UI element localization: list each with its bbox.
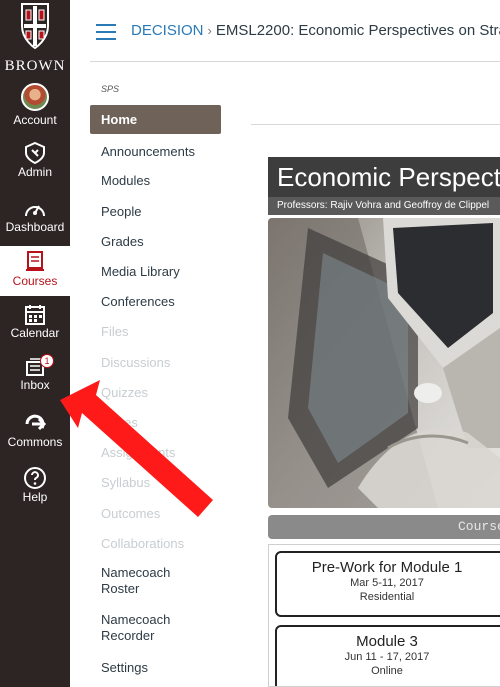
- module-title: Module 3: [356, 633, 418, 650]
- module-title: Pre-Work for Module 1: [311, 559, 463, 576]
- nav-dashboard-label: Dashboard: [5, 220, 65, 234]
- course-nav-files: Files: [101, 324, 129, 339]
- nav-dashboard[interactable]: Dashboard: [0, 198, 70, 242]
- breadcrumb: DECISION › EMSL2200: Economic Perspectives…: [131, 22, 500, 39]
- course-nav-people[interactable]: People: [90, 197, 221, 226]
- module-type: Residential: [359, 591, 415, 603]
- help-icon: [24, 467, 46, 489]
- subaccount-label: SPS: [101, 84, 120, 94]
- commons-icon: [25, 414, 47, 431]
- course-nav-namecoach-roster[interactable]: Namecoach Roster: [90, 565, 180, 601]
- course-nav-pages: Pages: [101, 415, 138, 430]
- nav-courses[interactable]: Courses: [0, 246, 70, 296]
- course-banner-image: [268, 218, 500, 508]
- course-nav-grades[interactable]: Grades: [90, 227, 221, 256]
- module-type: Online: [371, 665, 403, 677]
- course-banner-title: Economic Perspectives on Strategic Decis…: [268, 157, 500, 197]
- nav-inbox[interactable]: 1 Inbox: [0, 354, 70, 400]
- laptop-photo-image: [268, 218, 500, 508]
- breadcrumb-current-course[interactable]: EMSL2200: Economic Perspectives on Strat…: [216, 22, 500, 39]
- course-nav-modules[interactable]: Modules: [90, 166, 221, 195]
- nav-calendar-label: Calendar: [10, 326, 60, 340]
- nav-commons[interactable]: Commons: [0, 413, 70, 457]
- avatar: [21, 83, 49, 111]
- course-nav-outcomes: Outcomes: [101, 506, 161, 521]
- logo-text: BROWN: [4, 58, 66, 74]
- dashboard-icon: [25, 205, 45, 217]
- course-nav-collaborations: Collaborations: [101, 536, 185, 551]
- nav-inbox-label: Inbox: [20, 378, 50, 392]
- course-nav-quizzes: Quizzes: [101, 385, 148, 400]
- nav-help-label: Help: [22, 490, 48, 504]
- module-card-prework[interactable]: Pre-Work for Module 1 Mar 5-11, 2017 Res…: [275, 551, 500, 617]
- brown-logo[interactable]: BROWN: [0, 0, 70, 78]
- course-nav-media-library[interactable]: Media Library: [90, 257, 221, 286]
- nav-admin[interactable]: Admin: [0, 141, 70, 187]
- course-nav-assignments: Assignments: [101, 445, 176, 460]
- nav-admin-label: Admin: [17, 165, 52, 179]
- module-dates: Jun 11 - 17, 2017: [344, 651, 430, 663]
- page-header: DECISION › EMSL2200: Economic Perspectives…: [70, 0, 500, 62]
- course-nav-syllabus: Syllabus: [101, 475, 151, 490]
- course-nav-discussions: Discussions: [101, 355, 171, 370]
- shield-icon: [25, 141, 45, 165]
- professors-line: Professors: Rajiv Vohra and Geoffroy de …: [268, 197, 500, 215]
- nav-calendar[interactable]: Calendar: [0, 304, 70, 348]
- course-nav-settings[interactable]: Settings: [90, 653, 221, 682]
- hamburger-menu-icon[interactable]: [96, 24, 116, 40]
- nav-account[interactable]: Account: [0, 83, 70, 133]
- header-divider: [90, 61, 500, 62]
- module-dates: Mar 5-11, 2017: [350, 577, 424, 589]
- global-nav: BROWN Account Admin Dashboard Courses Ca…: [0, 0, 70, 687]
- content-divider: [251, 124, 500, 125]
- canvas-app: BROWN Account Admin Dashboard Courses Ca…: [0, 0, 500, 687]
- course-button[interactable]: Course: [268, 515, 500, 539]
- course-nav-conferences[interactable]: Conferences: [90, 287, 221, 316]
- nav-commons-label: Commons: [7, 435, 63, 449]
- nav-courses-label: Courses: [12, 274, 58, 288]
- nav-account-label: Account: [13, 113, 57, 127]
- modules-panel: Pre-Work for Module 1 Mar 5-11, 2017 Res…: [268, 544, 500, 687]
- calendar-icon: [25, 305, 45, 325]
- breadcrumb-separator: ›: [207, 23, 212, 38]
- course-nav-announcements[interactable]: Announcements: [90, 137, 221, 166]
- inbox-unread-badge: 1: [40, 354, 54, 368]
- breadcrumb-root-link[interactable]: DECISION: [131, 22, 204, 39]
- course-nav-home[interactable]: Home: [90, 105, 221, 134]
- brown-shield-icon: [21, 3, 49, 50]
- nav-help[interactable]: Help: [0, 466, 70, 510]
- courses-icon: [26, 251, 44, 271]
- course-nav-namecoach-recorder[interactable]: Namecoach Recorder: [90, 612, 180, 648]
- module-card-3[interactable]: Module 3 Jun 11 - 17, 2017 Online: [275, 625, 500, 686]
